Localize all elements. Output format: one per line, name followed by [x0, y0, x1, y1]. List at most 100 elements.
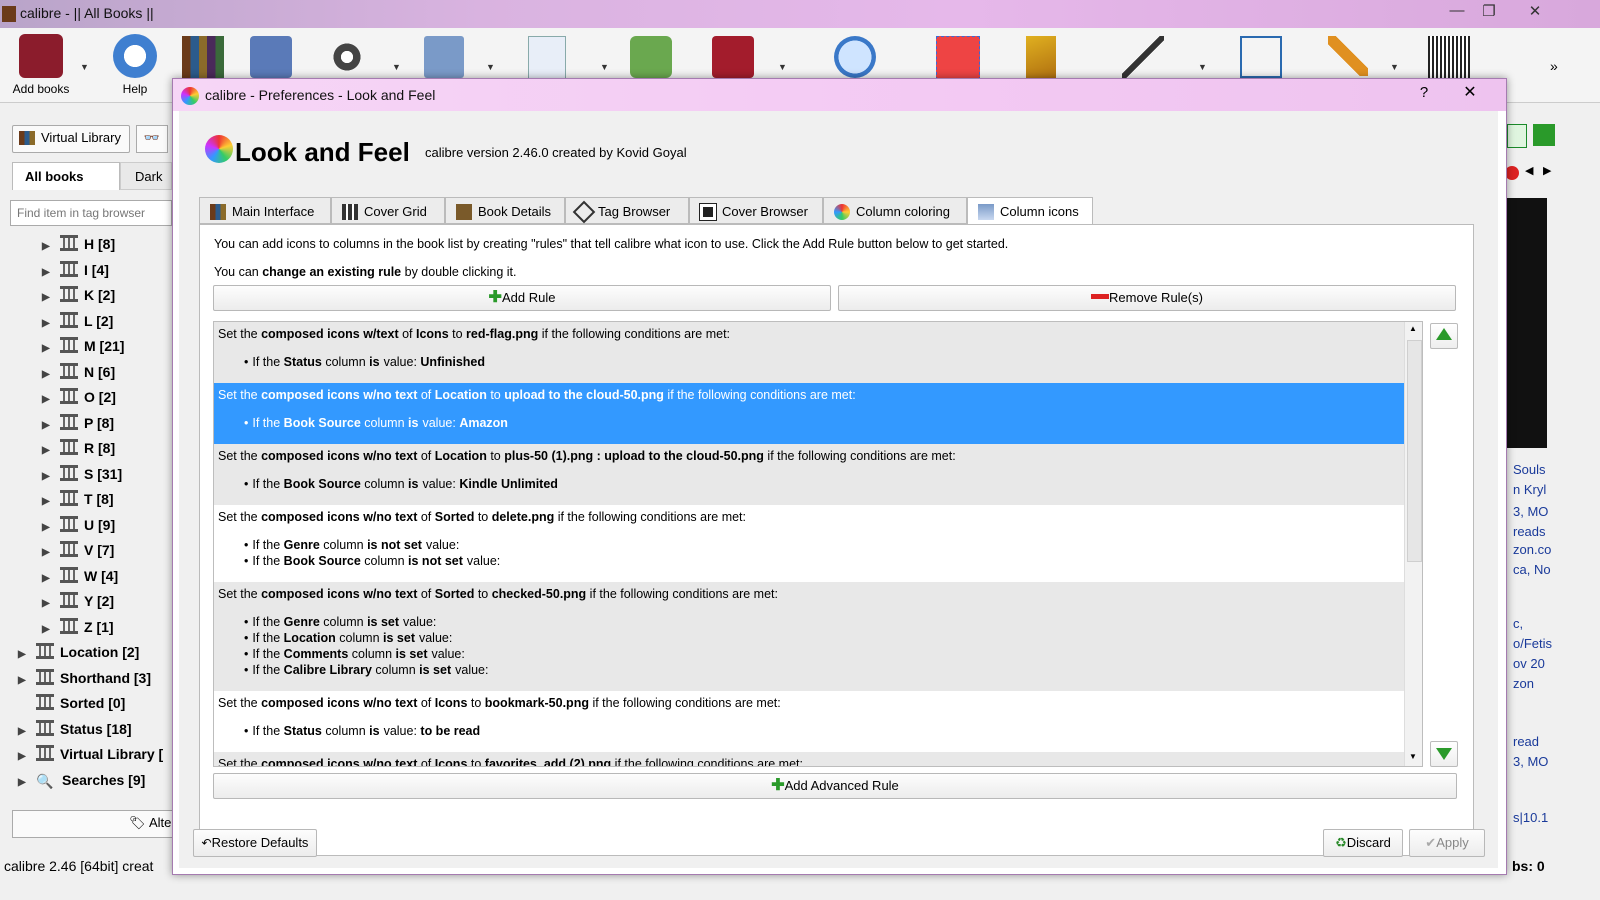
gear-icon[interactable] [326, 36, 368, 78]
polish-books-icon[interactable] [1026, 36, 1056, 78]
rule-item[interactable]: Set the composed icons w/no text of Loca… [214, 383, 1404, 444]
scroll-thumb[interactable] [1407, 340, 1422, 562]
tag-browser-item[interactable]: ▶ P [8] [42, 411, 114, 435]
expand-arrow-icon[interactable]: ▶ [42, 567, 54, 591]
alter-tag-browser-button[interactable]: 🏷 Alter [12, 810, 184, 838]
barcode-icon[interactable] [1428, 36, 1470, 78]
maximize-button[interactable]: ❐ [1474, 2, 1504, 24]
expand-arrow-icon[interactable]: ▶ [42, 312, 54, 336]
tab-all-books[interactable]: All books [12, 162, 120, 190]
expand-arrow-icon[interactable]: ▶ [42, 618, 54, 642]
tag-browser-item[interactable]: ▶ Status [18] [18, 717, 132, 741]
close-search-icon[interactable] [1505, 166, 1519, 180]
rule-item[interactable]: Set the composed icons w/no text of Loca… [214, 444, 1404, 505]
expand-arrow-icon[interactable]: ▶ [18, 669, 30, 693]
tag-browser-item[interactable]: ▶ S [31] [42, 462, 122, 486]
help-button[interactable]: Help [104, 28, 166, 102]
tag-browser-item[interactable]: ▶ Location [2] [18, 640, 139, 664]
dialog-help-button[interactable]: ? [1407, 81, 1441, 105]
move-rule-up-button[interactable] [1430, 323, 1458, 349]
modify-epub-icon[interactable] [936, 36, 980, 80]
expand-arrow-icon[interactable]: ▶ [42, 337, 54, 361]
tab-main-interface[interactable]: Main Interface [199, 197, 331, 224]
extract-metadata-icon[interactable] [1122, 36, 1164, 78]
tag-browser-item[interactable]: ▶ L [2] [42, 309, 113, 333]
search-internet-icon[interactable] [834, 36, 876, 78]
virtual-library-button[interactable]: Virtual Library [12, 125, 130, 153]
tag-browser-item[interactable]: ▶ R [8] [42, 436, 115, 460]
edit-metadata-icon[interactable] [250, 36, 292, 78]
mark-books-icon[interactable] [1328, 36, 1368, 76]
close-button[interactable]: ✕ [1520, 2, 1550, 24]
tag-browser-item[interactable]: Sorted [0] [18, 691, 125, 715]
next-icon[interactable]: ▶ [1543, 164, 1551, 177]
extract-dropdown-icon[interactable]: ▼ [1198, 62, 1207, 72]
toolbar-overflow-icon[interactable]: » [1550, 58, 1558, 74]
prev-icon[interactable]: ◀ [1525, 164, 1533, 177]
remove-rule-button[interactable]: Remove Rule(s) [838, 285, 1456, 311]
rule-item[interactable]: Set the composed icons w/no text of Icon… [214, 691, 1404, 752]
minimize-button[interactable]: — [1442, 2, 1472, 24]
tab-tag-browser[interactable]: Tag Browser [565, 197, 689, 224]
expand-arrow-icon[interactable]: ▶ [42, 592, 54, 616]
tab-column-coloring[interactable]: Column coloring [823, 197, 967, 224]
rules-list[interactable]: Set the composed icons w/text of Icons t… [213, 321, 1423, 767]
rule-item[interactable]: Set the composed icons w/no text of Sort… [214, 505, 1404, 582]
apply-button[interactable]: ✔Apply [1409, 829, 1485, 857]
find-duplicates-icon[interactable] [528, 36, 566, 80]
expand-arrow-icon[interactable]: ▶ [42, 490, 54, 514]
tab-dark[interactable]: Dark [120, 162, 172, 190]
view-manager-icon[interactable] [1240, 36, 1282, 78]
jobs-status[interactable]: bs: 0 [1512, 858, 1545, 874]
add-advanced-rule-button[interactable]: ✚Add Advanced Rule [213, 773, 1457, 799]
tag-browser-search-input[interactable]: Find item in tag browser [10, 200, 172, 226]
find-dropdown-icon[interactable]: ▼ [600, 62, 609, 72]
tab-book-details[interactable]: Book Details [445, 197, 565, 224]
move-rule-down-button[interactable] [1430, 741, 1458, 767]
tag-browser-item[interactable]: ▶ H [8] [42, 232, 115, 256]
tag-browser-item[interactable]: ▶ Y [2] [42, 589, 114, 613]
add-rule-button[interactable]: ✚Add Rule [213, 285, 831, 311]
scroll-up-icon[interactable]: ▲ [1409, 324, 1417, 333]
count-pages-icon[interactable] [712, 36, 754, 78]
tag-browser-item[interactable]: ▶ W [4] [42, 564, 118, 588]
expand-arrow-icon[interactable]: ▶ [42, 363, 54, 387]
tag-browser-item[interactable]: ▶ N [6] [42, 360, 115, 384]
tag-browser-item[interactable]: ▶ I [4] [42, 258, 109, 282]
expand-arrow-icon[interactable]: ▶ [18, 643, 30, 667]
expand-arrow-icon[interactable]: ▶ [42, 439, 54, 463]
add-books-button[interactable]: Add books [4, 28, 78, 102]
tag-browser-item[interactable]: ▶ Shorthand [3] [18, 666, 151, 690]
expand-arrow-icon[interactable]: ▶ [42, 286, 54, 310]
tab-cover-grid[interactable]: Cover Grid [331, 197, 445, 224]
expand-arrow-icon[interactable]: ▶ [18, 771, 30, 795]
tag-browser-item[interactable]: ▶ Virtual Library [ [18, 742, 163, 766]
add-icon[interactable] [1533, 124, 1555, 146]
goodreads-icon[interactable] [630, 36, 672, 78]
tag-browser-item[interactable]: ▶ 🔍 Searches [9] [18, 768, 145, 792]
count-pages-dropdown-icon[interactable]: ▼ [778, 62, 787, 72]
tag-browser-item[interactable]: ▶ V [7] [42, 538, 114, 562]
view-icon[interactable] [424, 36, 464, 78]
tag-browser-item[interactable]: ▶ Z [1] [42, 615, 114, 639]
tab-cover-browser[interactable]: Cover Browser [689, 197, 823, 224]
expand-arrow-icon[interactable]: ▶ [42, 465, 54, 489]
add-books-dropdown-icon[interactable]: ▼ [80, 62, 89, 72]
rule-item[interactable]: Set the composed icons w/no text of Sort… [214, 582, 1404, 691]
rule-item[interactable]: Set the composed icons w/no text of Icon… [214, 752, 1404, 766]
expand-arrow-icon[interactable]: ▶ [18, 720, 30, 744]
expand-arrow-icon[interactable]: ▶ [42, 541, 54, 565]
tag-browser-item[interactable]: ▶ O [2] [42, 385, 116, 409]
tag-browser-item[interactable]: ▶ T [8] [42, 487, 114, 511]
rules-scrollbar[interactable]: ▲ ▼ [1404, 322, 1422, 766]
swap-icon[interactable] [1507, 124, 1527, 148]
expand-arrow-icon[interactable]: ▶ [42, 261, 54, 285]
find-binoculars-button[interactable]: 👓 [136, 125, 168, 153]
convert-dropdown-icon[interactable]: ▼ [392, 62, 401, 72]
scroll-down-icon[interactable]: ▼ [1409, 752, 1417, 761]
dialog-close-button[interactable]: ✕ [1453, 81, 1487, 105]
discard-button[interactable]: ♻Discard [1323, 829, 1403, 857]
rule-item[interactable]: Set the composed icons w/text of Icons t… [214, 322, 1404, 383]
expand-arrow-icon[interactable]: ▶ [42, 414, 54, 438]
restore-defaults-button[interactable]: ↶Restore Defaults [193, 829, 317, 857]
